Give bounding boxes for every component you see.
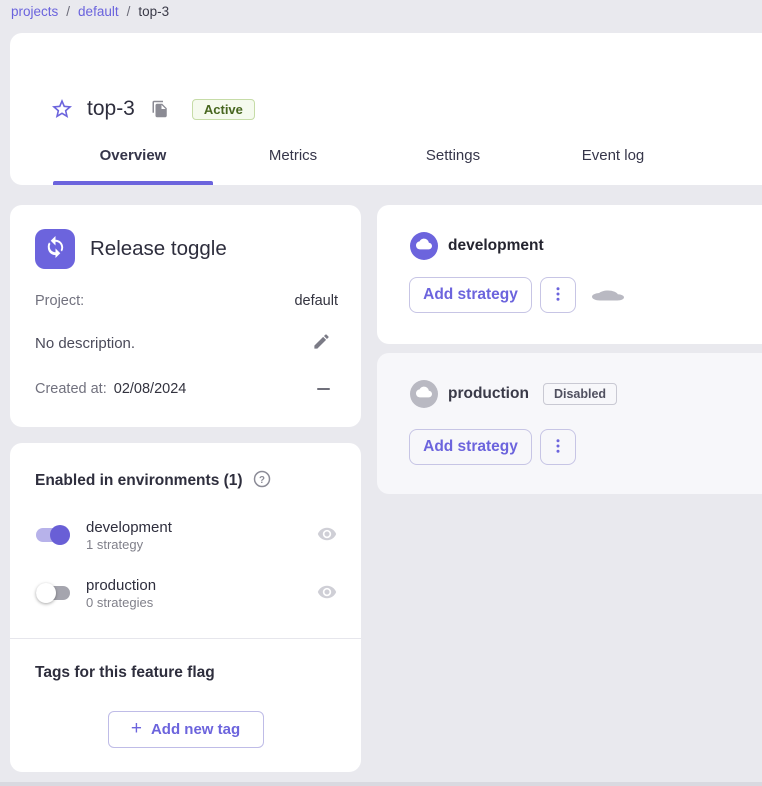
environment-strategy-count: 1 strategy — [86, 537, 317, 552]
cloud-icon — [592, 288, 624, 303]
project-value: default — [294, 293, 338, 309]
environment-name: production — [86, 577, 317, 594]
collapse-button[interactable] — [315, 381, 331, 397]
flag-type-icon-box — [35, 229, 75, 269]
favorite-button[interactable] — [50, 97, 74, 121]
tab-overview[interactable]: Overview — [53, 125, 213, 185]
project-row: Project: default — [35, 293, 338, 309]
tab-bar: Overview Metrics Settings Event log — [53, 125, 693, 185]
eye-icon — [317, 524, 337, 547]
feature-title-row: top-3 Active — [50, 97, 255, 121]
help-button[interactable]: ? — [253, 470, 271, 491]
panel-environment-name: development — [448, 237, 544, 255]
more-actions-button-production[interactable] — [540, 429, 576, 465]
add-strategy-button-development[interactable]: Add strategy — [409, 277, 532, 313]
created-label: Created at: — [35, 381, 107, 397]
environments-card: Enabled in environments (1) ? developmen… — [10, 443, 361, 772]
kebab-icon — [549, 437, 567, 458]
created-row: Created at: 02/08/2024 — [35, 381, 331, 397]
pencil-icon — [312, 332, 331, 354]
development-toggle[interactable] — [36, 528, 70, 542]
eye-icon — [317, 582, 337, 605]
visibility-toggle-development[interactable] — [317, 524, 337, 547]
environment-texts: production 0 strategies — [86, 577, 317, 610]
panel-environment-name: production — [448, 385, 529, 403]
development-panel-actions: Add strategy — [409, 277, 624, 313]
environment-toggle-row-development: development 1 strategy — [32, 511, 337, 559]
plus-icon: + — [131, 719, 142, 738]
edit-description-button[interactable] — [312, 332, 331, 354]
tab-settings[interactable]: Settings — [373, 125, 533, 185]
breadcrumb-current: top-3 — [138, 4, 169, 19]
environment-avatar — [410, 232, 438, 260]
cloud-icon — [416, 384, 432, 405]
more-actions-button-development[interactable] — [540, 277, 576, 313]
description-row: No description. — [35, 332, 331, 354]
production-panel-header: production Disabled — [410, 380, 617, 408]
copy-name-button[interactable] — [151, 100, 169, 118]
star-icon — [50, 97, 74, 121]
environments-header: Enabled in environments (1) ? — [35, 470, 271, 491]
toggle-knob — [50, 525, 70, 545]
page-title: top-3 — [87, 97, 135, 121]
development-panel-header: development — [410, 232, 544, 260]
cloud-icon — [416, 236, 432, 257]
minus-icon — [317, 388, 330, 390]
toggle-knob — [36, 583, 56, 603]
tab-event-log[interactable]: Event log — [533, 125, 693, 185]
created-value: 02/08/2024 — [114, 381, 187, 397]
section-divider — [10, 638, 361, 639]
svg-text:?: ? — [259, 475, 265, 486]
visibility-toggle-production[interactable] — [317, 582, 337, 605]
description-text: No description. — [35, 335, 135, 352]
breadcrumb: projects / default / top-3 — [11, 4, 169, 19]
environment-name: development — [86, 519, 317, 536]
add-strategy-button-production[interactable]: Add strategy — [409, 429, 532, 465]
add-new-tag-button[interactable]: + Add new tag — [108, 711, 264, 748]
kebab-icon — [549, 285, 567, 306]
feature-header-card: top-3 Active Overview Metrics Settings E… — [10, 33, 762, 185]
tab-metrics[interactable]: Metrics — [213, 125, 373, 185]
environment-toggle-row-production: production 0 strategies — [32, 569, 337, 617]
project-label: Project: — [35, 293, 84, 309]
status-badge: Active — [192, 99, 255, 120]
environment-avatar — [410, 380, 438, 408]
environments-title: Enabled in environments (1) — [35, 472, 243, 490]
flag-details-card: Release toggle Project: default No descr… — [10, 205, 361, 427]
development-strategy-panel: development Add strategy — [377, 205, 762, 344]
environment-strategy-count: 0 strategies — [86, 595, 317, 610]
bottom-edge-strip — [0, 782, 762, 786]
production-toggle[interactable] — [36, 586, 70, 600]
help-icon: ? — [253, 470, 271, 491]
flag-type-header: Release toggle — [35, 229, 227, 269]
production-panel-actions: Add strategy — [409, 429, 576, 465]
flag-type-label: Release toggle — [90, 237, 227, 261]
tags-title: Tags for this feature flag — [35, 664, 215, 682]
breadcrumb-separator: / — [66, 4, 70, 19]
breadcrumb-link-default[interactable]: default — [78, 4, 119, 19]
disabled-badge: Disabled — [543, 383, 617, 405]
breadcrumb-link-projects[interactable]: projects — [11, 4, 58, 19]
add-new-tag-label: Add new tag — [151, 721, 240, 738]
production-strategy-panel: production Disabled Add strategy — [377, 353, 762, 494]
sync-icon — [44, 235, 67, 263]
breadcrumb-separator: / — [127, 4, 131, 19]
copy-icon — [151, 100, 169, 118]
environment-texts: development 1 strategy — [86, 519, 317, 552]
